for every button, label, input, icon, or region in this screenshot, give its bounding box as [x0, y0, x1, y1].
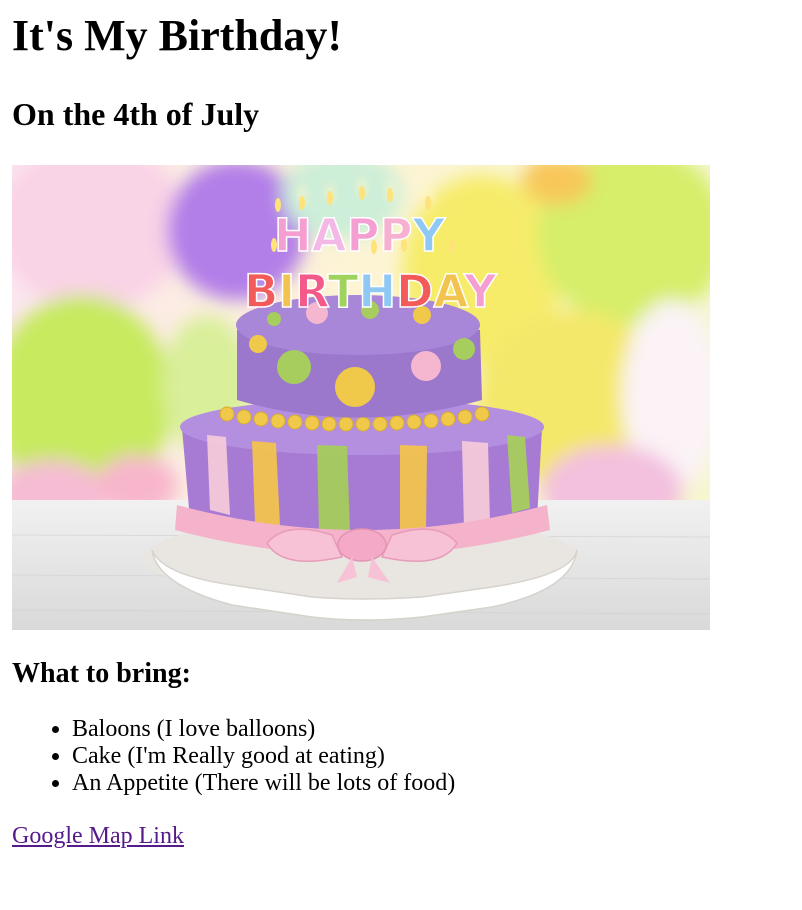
bring-section-title: What to bring:: [12, 658, 191, 689]
bring-list: Baloons (I love balloons) Cake (I'm Real…: [12, 716, 455, 797]
cake-illustration: HAPPY BIRTHDAY: [12, 165, 710, 630]
page-title: It's My Birthday!: [12, 11, 342, 60]
birthday-cake-image: HAPPY BIRTHDAY: [12, 165, 710, 630]
list-item: Baloons (I love balloons): [72, 716, 455, 743]
list-item: An Appetite (There will be lots of food): [72, 770, 455, 797]
list-item: Cake (I'm Really good at eating): [72, 743, 455, 770]
cake-text-birthday: BIRTHDAY: [244, 265, 498, 318]
page-subtitle: On the 4th of July: [12, 96, 260, 132]
cake-text-happy: HAPPY: [274, 209, 446, 262]
google-map-link[interactable]: Google Map Link: [12, 821, 184, 851]
